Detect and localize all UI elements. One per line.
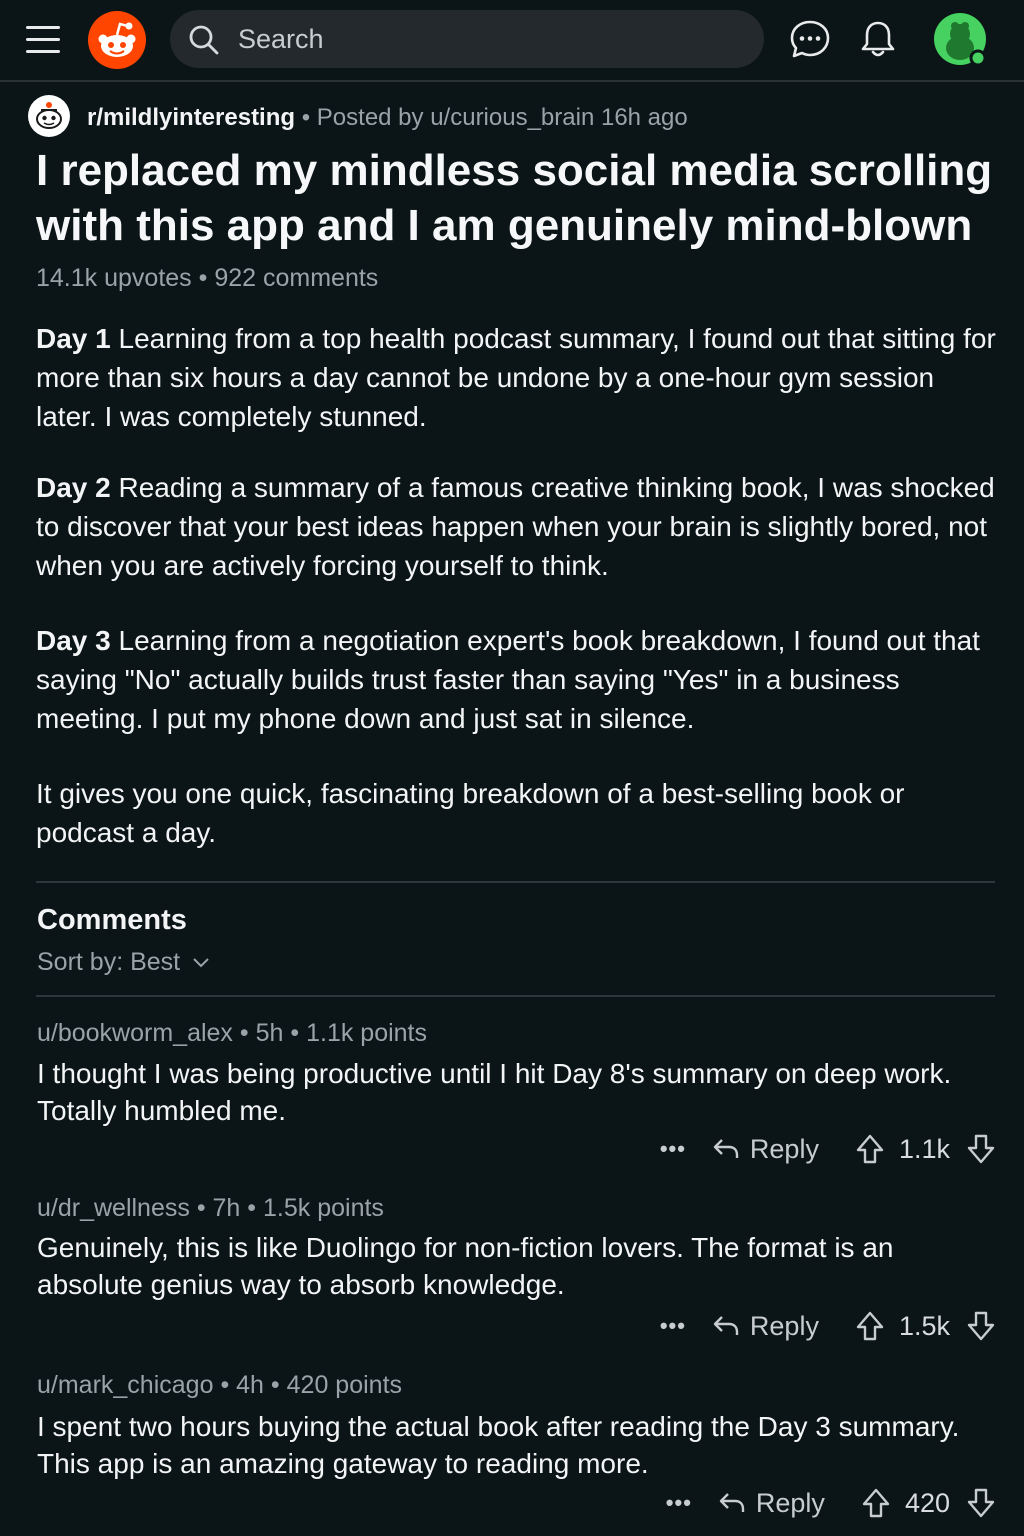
search-bar[interactable]	[170, 10, 764, 68]
day-label: Day 3	[36, 625, 111, 656]
comment-body: Genuinely, this is like Duolingo for non…	[37, 1232, 894, 1300]
reply-icon	[719, 1493, 745, 1512]
stats-separator: •	[198, 264, 208, 292]
reply-button[interactable]: Reply	[712, 1311, 819, 1342]
divider	[36, 881, 995, 883]
day-label: Day 1	[36, 323, 111, 354]
chat-icon[interactable]	[789, 18, 831, 60]
post-meta: r/mildlyinteresting • Posted by u/curiou…	[87, 103, 688, 133]
reply-label: Reply	[749, 1133, 819, 1164]
comment-body: I spent two hours buying the actual book…	[37, 1411, 960, 1479]
comment-points: 1.1k points	[306, 1019, 428, 1047]
more-options-icon[interactable]: •••	[666, 1490, 692, 1516]
reply-button[interactable]: Reply	[718, 1488, 825, 1519]
search-input[interactable]	[236, 20, 736, 58]
posted-by[interactable]: Posted by u/curious_brain 16h ago	[317, 104, 688, 131]
reply-button[interactable]: Reply	[712, 1134, 819, 1165]
comment-age: 4h	[236, 1371, 264, 1399]
reply-label: Reply	[749, 1310, 819, 1341]
comment-username[interactable]: u/bookworm_alex	[37, 1019, 233, 1047]
subreddit-link[interactable]: r/mildlyinteresting	[87, 104, 295, 131]
sort-dropdown[interactable]: Sort by: Best	[37, 948, 209, 977]
upvote-icon[interactable]	[855, 1133, 885, 1165]
downvote-icon[interactable]	[966, 1133, 996, 1165]
sort-label: Sort by: Best	[37, 948, 181, 976]
meta-separator: •	[301, 104, 311, 131]
post-title[interactable]: I replaced my mindless social media scro…	[36, 143, 996, 253]
paragraph-text: Learning from a top health podcast summa…	[36, 323, 996, 432]
more-options-icon[interactable]: •••	[660, 1313, 686, 1339]
paragraph-text: Reading a summary of a famous creative t…	[36, 472, 995, 581]
comment-points: 1.5k points	[263, 1194, 384, 1222]
post-paragraph-day-2: Day 2 Reading a summary of a famous crea…	[36, 468, 996, 585]
reply-icon	[713, 1316, 739, 1335]
top-bar	[0, 0, 1024, 82]
comment-points: 420 points	[286, 1371, 403, 1399]
subreddit-icon[interactable]	[28, 95, 70, 137]
downvote-icon[interactable]	[966, 1487, 996, 1519]
paragraph-text: Learning from a negotiation expert's boo…	[36, 625, 980, 734]
reddit-logo[interactable]	[88, 11, 146, 69]
comment-meta: u/mark_chicago • 4h • 420 points	[37, 1371, 402, 1400]
reply-icon	[713, 1139, 739, 1158]
comment-actions: ••• Reply 420	[666, 1483, 996, 1523]
upvote-count: 14.1k upvotes	[36, 264, 192, 292]
comment-score: 1.1k	[898, 1133, 950, 1164]
comment-age: 7h	[212, 1194, 241, 1222]
divider	[36, 995, 995, 997]
chevron-down-icon	[193, 958, 209, 968]
comment-actions: ••• Reply 1.5k	[660, 1306, 996, 1346]
user-avatar[interactable]	[933, 12, 989, 68]
downvote-icon[interactable]	[966, 1310, 996, 1342]
meta-separator: •	[220, 1371, 230, 1399]
comment-username[interactable]: u/dr_wellness	[37, 1194, 190, 1222]
bell-icon[interactable]	[858, 18, 898, 60]
meta-separator: •	[239, 1019, 249, 1047]
post-paragraph-day-3: Day 3 Learning from a negotiation expert…	[36, 621, 996, 738]
comment-count[interactable]: 922 comments	[214, 264, 378, 292]
comment-age: 5h	[255, 1019, 284, 1047]
comment-meta: u/dr_wellness • 7h • 1.5k points	[37, 1194, 384, 1223]
meta-separator: •	[270, 1371, 280, 1399]
hamburger-icon[interactable]	[26, 26, 60, 54]
comment-actions: ••• Reply 1.1k	[660, 1129, 996, 1169]
meta-separator: •	[247, 1194, 257, 1222]
meta-separator: •	[196, 1194, 206, 1222]
post-closing-paragraph: It gives you one quick, fascinating brea…	[36, 778, 905, 848]
post-paragraph-day-1: Day 1 Learning from a top health podcast…	[36, 319, 996, 436]
comment-username[interactable]: u/mark_chicago	[37, 1371, 213, 1399]
comment-body: I thought I was being productive until I…	[37, 1058, 952, 1126]
search-icon	[189, 25, 219, 55]
day-label: Day 2	[36, 472, 111, 503]
more-options-icon[interactable]: •••	[660, 1136, 686, 1162]
comments-heading: Comments	[37, 904, 187, 936]
upvote-icon[interactable]	[861, 1487, 891, 1519]
post-stats: 14.1k upvotes • 922 comments	[36, 264, 378, 293]
meta-separator: •	[290, 1019, 300, 1047]
comment-score: 1.5k	[898, 1310, 950, 1341]
reply-label: Reply	[755, 1487, 825, 1518]
upvote-icon[interactable]	[855, 1310, 885, 1342]
comment-score: 420	[904, 1487, 950, 1518]
comment-meta: u/bookworm_alex • 5h • 1.1k points	[37, 1019, 427, 1048]
